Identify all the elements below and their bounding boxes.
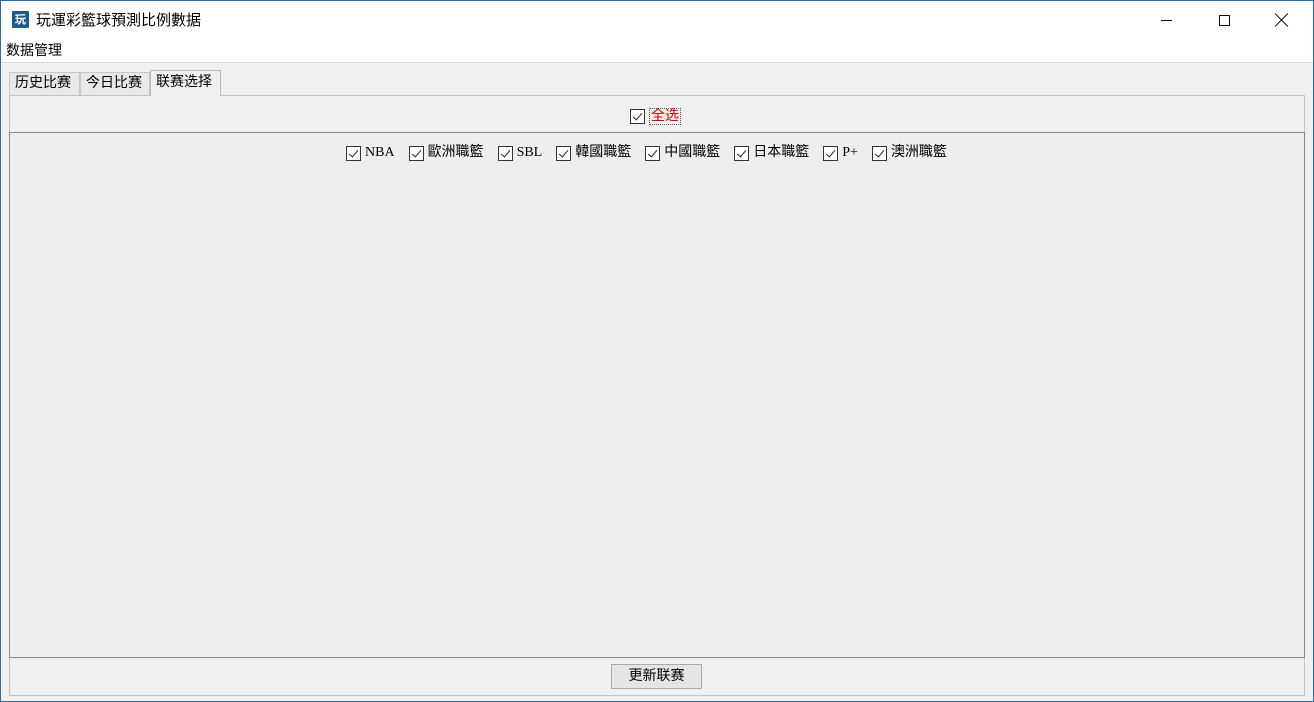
league-checkbox-nba[interactable]: NBA — [346, 144, 395, 162]
league-checkbox-sbl[interactable]: SBL — [497, 144, 543, 162]
window-title: 玩運彩籃球預測比例數据 — [36, 11, 202, 29]
checkbox-checked-icon[interactable] — [556, 145, 572, 161]
tab-league-select[interactable]: 联赛选择 — [150, 70, 221, 96]
minimize-icon — [1160, 19, 1172, 21]
league-label: SBL — [516, 145, 543, 160]
select-all-label: 全选 — [649, 107, 681, 125]
checkbox-checked-icon[interactable] — [408, 145, 424, 161]
menu-data-management[interactable]: 数据管理 — [6, 42, 62, 60]
league-list-panel: NBA 歐洲職籃 SBL 韓國職籃 中國職籃 日本職籃 P+ 澳洲職籃 — [9, 132, 1305, 658]
league-checkbox-china[interactable]: 中國職籃 — [645, 144, 720, 162]
league-checkbox-europe[interactable]: 歐洲職籃 — [408, 144, 484, 162]
league-label: 中國職籃 — [664, 145, 721, 160]
app-icon: 玩 — [12, 11, 29, 28]
league-label: P+ — [842, 145, 858, 160]
league-label: NBA — [365, 145, 395, 160]
title-bar[interactable]: 玩 玩運彩籃球預測比例數据 — [1, 1, 1313, 39]
close-icon — [1275, 13, 1289, 27]
league-checkbox-japan[interactable]: 日本職籃 — [734, 144, 809, 162]
tab-history-matches[interactable]: 历史比赛 — [9, 72, 80, 95]
tab-today-matches[interactable]: 今日比赛 — [80, 72, 150, 95]
checkbox-checked-icon[interactable] — [823, 145, 839, 161]
maximize-button[interactable] — [1195, 1, 1253, 39]
league-checkbox-korea[interactable]: 韓國職籃 — [556, 144, 631, 162]
checkbox-checked-icon[interactable] — [497, 145, 513, 161]
league-label: 日本職籃 — [753, 145, 810, 160]
update-leagues-button[interactable]: 更新联赛 — [611, 664, 702, 689]
league-label: 澳洲職籃 — [890, 145, 947, 160]
checkbox-checked-icon[interactable] — [871, 145, 887, 161]
checkbox-checked-icon[interactable] — [645, 145, 661, 161]
checkbox-checked-icon[interactable] — [734, 145, 750, 161]
league-label: 韓國職籃 — [575, 145, 632, 160]
league-checkbox-list: NBA 歐洲職籃 SBL 韓國職籃 中國職籃 日本職籃 P+ 澳洲職籃 — [346, 143, 961, 163]
select-all-checkbox[interactable]: 全选 — [630, 107, 681, 125]
league-checkbox-pplus[interactable]: P+ — [823, 144, 858, 162]
minimize-button[interactable] — [1137, 1, 1195, 39]
checkbox-checked-icon[interactable] — [630, 108, 645, 124]
checkbox-checked-icon[interactable] — [346, 145, 361, 161]
league-label: 歐洲職籃 — [427, 145, 484, 160]
league-checkbox-australia[interactable]: 澳洲職籃 — [871, 144, 947, 162]
close-button[interactable] — [1253, 1, 1311, 39]
menu-bar: 数据管理 — [1, 39, 1313, 63]
maximize-icon — [1218, 14, 1230, 26]
